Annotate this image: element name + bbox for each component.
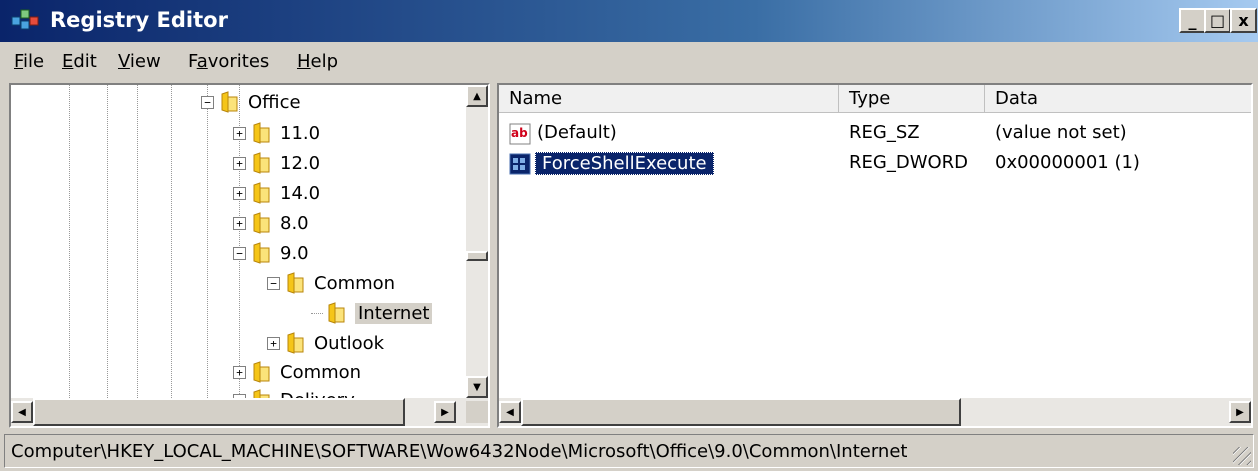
tree-item-common[interactable]: − Common — [267, 268, 395, 298]
menu-edit[interactable]: Edit — [62, 51, 97, 72]
tree-item-label: Outlook — [314, 332, 385, 354]
scroll-up-button[interactable]: ▲ — [466, 85, 488, 107]
column-header-name[interactable]: Name — [499, 85, 839, 113]
value-type: REG_SZ — [849, 122, 920, 143]
svg-text:ab: ab — [511, 126, 528, 140]
value-name: (Default) — [537, 122, 617, 143]
scroll-right-button[interactable]: ▶ — [434, 401, 456, 423]
tree-guide-line — [107, 85, 108, 398]
tree-item-office[interactable]: − Office — [201, 87, 301, 117]
resize-grip-icon[interactable] — [1233, 447, 1251, 465]
value-row[interactable]: ab (Default) REG_SZ (value not set) — [499, 119, 1251, 149]
folder-open-icon — [250, 242, 272, 264]
folder-icon — [250, 182, 272, 204]
tree-item-9-0[interactable]: − 9.0 — [233, 238, 309, 268]
tree-item-label: Internet — [355, 302, 433, 324]
values-list-pane[interactable]: Name Type Data ab (Default) REG_SZ (valu… — [497, 83, 1253, 428]
scrollbar-corner — [466, 401, 488, 423]
value-type: REG_DWORD — [849, 152, 969, 173]
column-header-type[interactable]: Type — [839, 85, 985, 113]
tree-guide-line — [137, 85, 138, 398]
menu-bar: File Edit View Favorites Help — [0, 46, 1258, 78]
menu-help[interactable]: Help — [297, 51, 338, 72]
key-tree-pane[interactable]: − Office + 11.0 + 12.0 + 14.0 + 8.0 − 9.… — [9, 83, 490, 428]
tree-item-8-0[interactable]: + 8.0 — [233, 208, 309, 238]
tree-item-label: Office — [248, 91, 301, 113]
tree-item-label: Common — [314, 272, 396, 294]
folder-icon — [250, 152, 272, 174]
binary-value-icon — [509, 153, 533, 175]
menu-favorites[interactable]: Favorites — [188, 51, 269, 72]
folder-icon — [250, 212, 272, 234]
tree-item-outlook[interactable]: + Outlook — [267, 328, 384, 358]
folder-open-icon — [218, 91, 240, 113]
tree-item-label: 14.0 — [280, 182, 321, 204]
menu-view[interactable]: View — [118, 51, 161, 72]
menu-file[interactable]: File — [14, 51, 44, 72]
folder-open-icon — [325, 302, 347, 324]
tree-item-label: Common — [280, 361, 362, 383]
scroll-left-button[interactable]: ◀ — [11, 401, 33, 423]
expand-toggle[interactable]: + — [233, 365, 246, 379]
tree-guide-line — [171, 85, 172, 398]
folder-icon — [284, 332, 306, 354]
expand-toggle[interactable]: + — [233, 216, 246, 230]
string-value-icon: ab — [509, 123, 533, 145]
value-data: 0x00000001 (1) — [995, 152, 1140, 173]
folder-icon — [250, 122, 272, 144]
scroll-thumb[interactable] — [33, 398, 405, 426]
collapse-toggle[interactable]: − — [233, 246, 246, 260]
folder-open-icon — [284, 272, 306, 294]
collapse-toggle[interactable]: − — [267, 276, 280, 290]
tree-item-internet[interactable]: Internet — [311, 298, 433, 328]
tree-item-12-0[interactable]: + 12.0 — [233, 148, 320, 178]
registry-editor-icon — [10, 7, 40, 35]
value-row-selected[interactable]: ForceShellExecute REG_DWORD 0x00000001 (… — [499, 149, 1251, 179]
expand-toggle[interactable]: + — [233, 126, 246, 140]
status-bar: Computer\HKEY_LOCAL_MACHINE\SOFTWARE\Wow… — [4, 434, 1254, 468]
tree-horizontal-scrollbar[interactable]: ◀ ▶ — [11, 398, 488, 426]
collapse-toggle[interactable]: − — [201, 95, 214, 109]
scroll-left-button[interactable]: ◀ — [499, 401, 521, 423]
tree-guide-line — [69, 85, 70, 398]
title-bar[interactable]: Registry Editor _ □ x — [0, 0, 1258, 42]
tree-item-11-0[interactable]: + 11.0 — [233, 118, 320, 148]
close-button[interactable]: x — [1230, 8, 1257, 33]
minimize-button[interactable]: _ — [1179, 8, 1206, 33]
expand-toggle[interactable]: + — [233, 156, 246, 170]
tree-vertical-scrollbar[interactable]: ▲ ▼ — [466, 85, 488, 398]
tree-item-label: 8.0 — [280, 212, 309, 234]
tree-item-14-0[interactable]: + 14.0 — [233, 178, 320, 208]
tree-item-label: 9.0 — [280, 242, 309, 264]
value-name: ForceShellExecute — [535, 152, 714, 175]
tree-item-label: 12.0 — [280, 152, 321, 174]
tree-connector — [311, 312, 323, 314]
expand-toggle[interactable]: + — [267, 336, 280, 350]
column-header-data[interactable]: Data — [985, 85, 1251, 113]
scroll-thumb[interactable] — [466, 251, 488, 261]
maximize-button[interactable]: □ — [1204, 8, 1231, 33]
value-data: (value not set) — [995, 122, 1127, 143]
folder-icon — [250, 361, 272, 383]
window-title: Registry Editor — [50, 8, 228, 32]
values-horizontal-scrollbar[interactable]: ◀ ▶ — [499, 398, 1251, 426]
scroll-thumb[interactable] — [521, 398, 961, 426]
expand-toggle[interactable]: + — [233, 186, 246, 200]
scroll-right-button[interactable]: ▶ — [1229, 401, 1251, 423]
scroll-down-button[interactable]: ▼ — [466, 376, 488, 398]
registry-editor-window: Registry Editor _ □ x File Edit View Fav… — [0, 0, 1258, 471]
tree-guide-line — [207, 85, 208, 398]
tree-item-label: 11.0 — [280, 122, 321, 144]
current-key-path: Computer\HKEY_LOCAL_MACHINE\SOFTWARE\Wow… — [11, 441, 908, 462]
tree-item-common-2[interactable]: + Common — [233, 357, 361, 387]
